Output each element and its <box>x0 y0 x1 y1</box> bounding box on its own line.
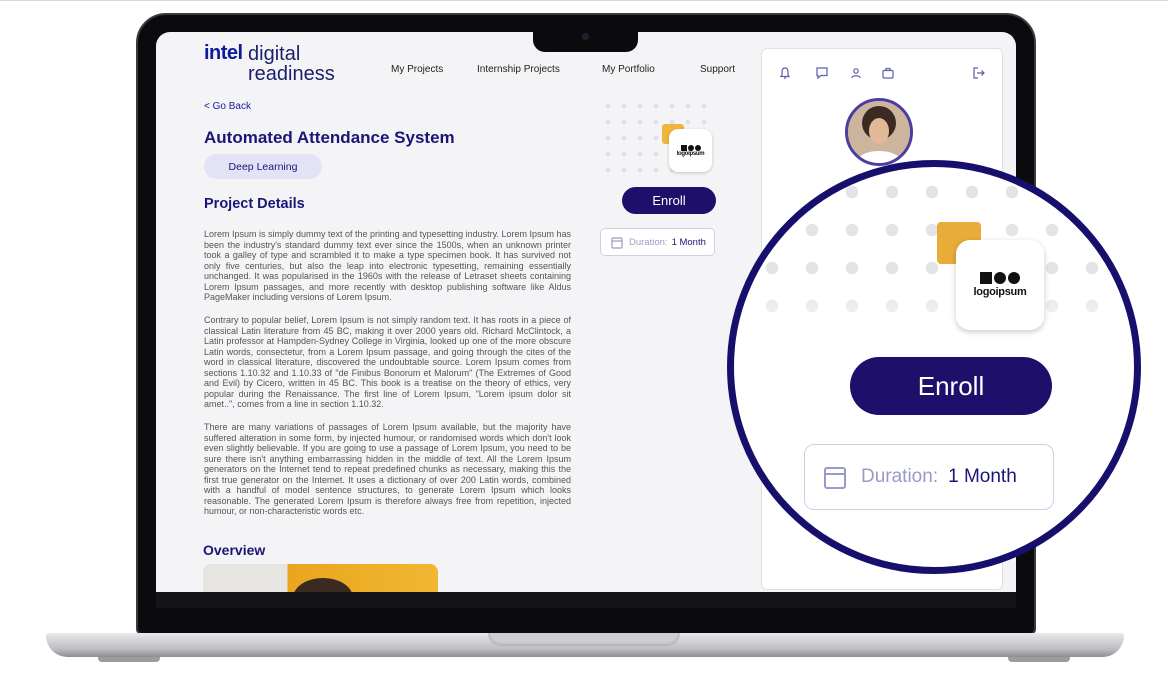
overview-heading: Overview <box>203 542 266 558</box>
bell-icon[interactable] <box>778 66 792 80</box>
zoom-duration-box: Duration: 1 Month <box>804 444 1054 510</box>
zoom-company-logo-text: logoipsum <box>973 286 1027 298</box>
duration-value: 1 Month <box>671 236 706 248</box>
zoom-fade <box>734 287 1134 347</box>
company-logo: logoipsum <box>669 129 712 172</box>
nav-my-portfolio[interactable]: My Portfolio <box>602 64 655 75</box>
avatar-photo <box>848 101 910 163</box>
zoom-logoipsum-icon <box>980 272 1020 284</box>
go-back-link[interactable]: < Go Back <box>204 101 251 112</box>
zoom-company-logo: logoipsum <box>956 240 1044 330</box>
duration-box: Duration: 1 Month <box>600 228 715 256</box>
zoom-calendar-icon <box>824 467 846 489</box>
nav-support[interactable]: Support <box>700 64 735 75</box>
nav-my-projects[interactable]: My Projects <box>391 64 443 75</box>
logout-icon[interactable] <box>972 66 986 80</box>
page-top-rule <box>0 0 1168 1</box>
avatar[interactable] <box>845 98 913 166</box>
laptop-foot-right <box>1008 657 1070 662</box>
overview-image <box>203 564 438 592</box>
brand-readiness: readiness <box>248 63 335 85</box>
user-icon[interactable] <box>850 66 862 80</box>
enroll-button[interactable]: Enroll <box>622 187 716 214</box>
nav-internship-projects[interactable]: Internship Projects <box>477 64 560 75</box>
project-details-heading: Project Details <box>204 196 305 212</box>
laptop-foot-left <box>98 657 160 662</box>
brand-intel: intel <box>204 42 243 64</box>
camera-icon <box>582 33 589 40</box>
details-paragraph-3: There are many variations of passages of… <box>204 422 571 516</box>
zoom-duration-value: 1 Month <box>948 466 1017 487</box>
laptop-bezel <box>156 592 1016 608</box>
zoom-callout: logoipsum Enroll Duration: 1 Month <box>727 160 1141 574</box>
company-logo-text: logoipsum <box>676 150 705 157</box>
details-paragraph-1: Lorem Ipsum is simply dummy text of the … <box>204 229 571 302</box>
calendar-icon <box>611 236 623 249</box>
project-title: Automated Attendance System <box>204 128 455 147</box>
duration-label: Duration: <box>629 236 668 248</box>
overview-person <box>293 578 353 592</box>
zoom-duration-label: Duration: <box>861 466 939 487</box>
message-icon[interactable] <box>815 66 829 80</box>
details-paragraph-2: Contrary to popular belief, Lorem Ipsum … <box>204 315 571 409</box>
laptop-base-notch <box>488 633 680 646</box>
category-tag: Deep Learning <box>204 154 322 179</box>
zoom-enroll-button[interactable]: Enroll <box>850 357 1052 415</box>
briefcase-icon[interactable] <box>881 66 895 80</box>
